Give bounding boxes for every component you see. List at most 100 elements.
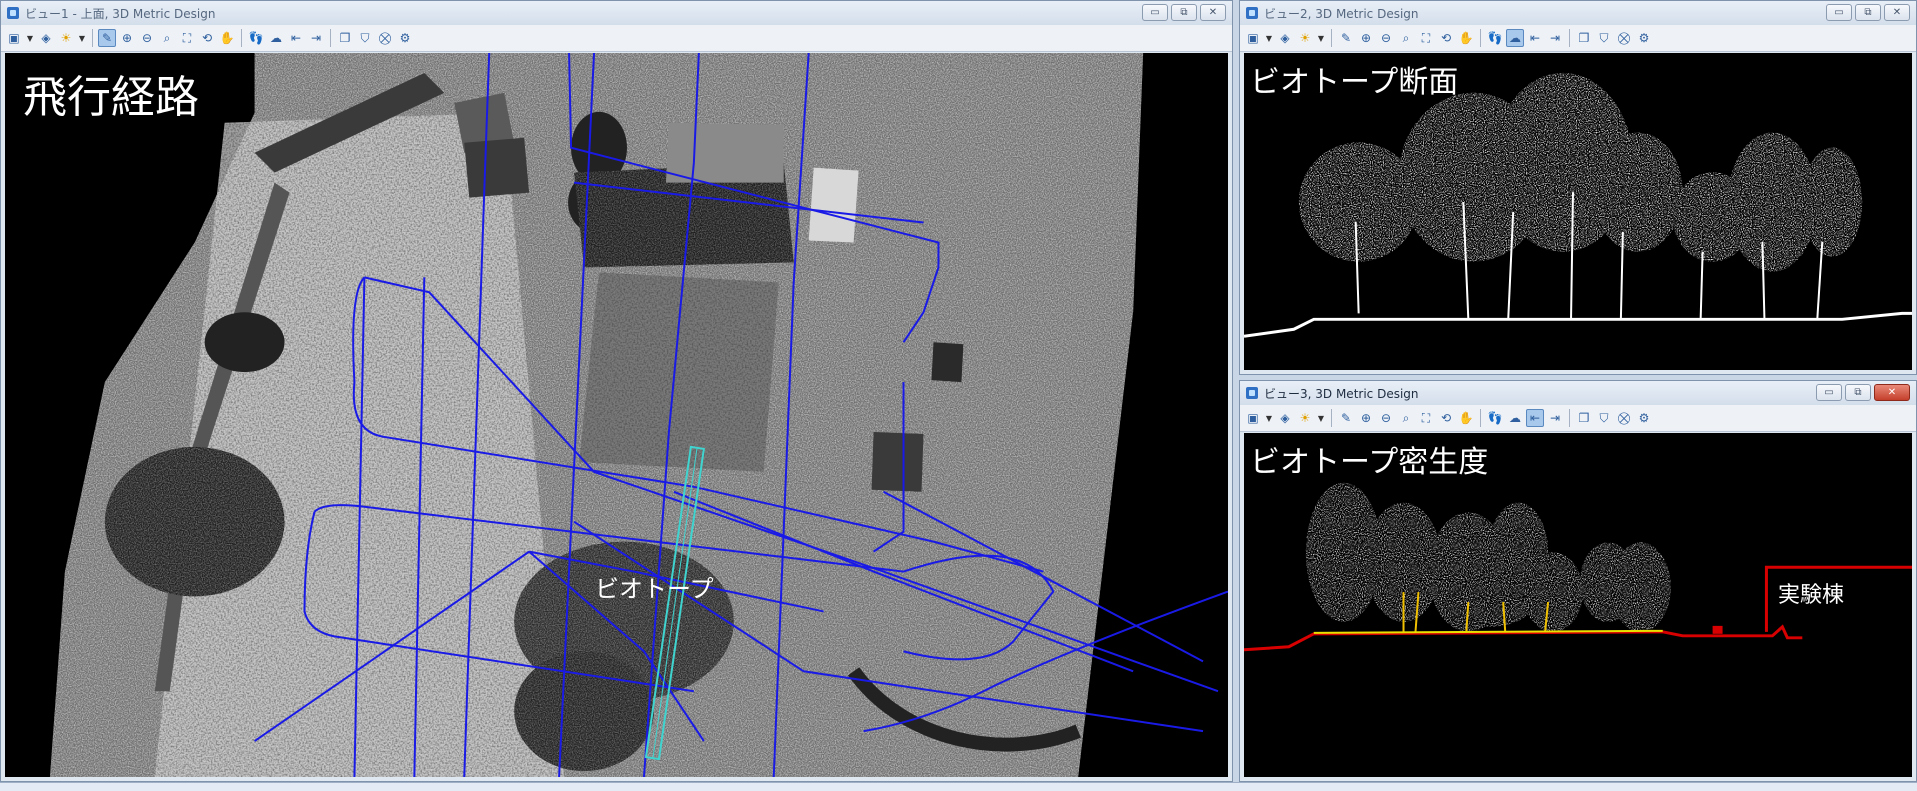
chevron-down-icon[interactable]: ▼ — [1264, 29, 1274, 47]
fit-view-icon[interactable]: ⛶ — [178, 29, 196, 47]
view1-window[interactable]: ビュー1 - 上面, 3D Metric Design ▭ ⧉ ✕ ▣ ▼ ◈ … — [0, 0, 1233, 782]
window-area-icon[interactable]: ⌕ — [158, 29, 176, 47]
toolbar-separator — [1569, 29, 1570, 47]
view-settings-icon[interactable]: ▣ — [1244, 29, 1262, 47]
view1-title: ビュー1 - 上面, 3D Metric Design — [25, 6, 216, 21]
update-view-icon[interactable]: ✎ — [1337, 409, 1355, 427]
fit-view-icon[interactable]: ⛶ — [1417, 29, 1435, 47]
minimize-button[interactable]: ▭ — [1816, 384, 1842, 401]
minimize-button[interactable]: ▭ — [1826, 4, 1852, 21]
fly-icon[interactable]: ☁ — [1506, 29, 1524, 47]
fly-icon[interactable]: ☁ — [1506, 409, 1524, 427]
pan-view-icon[interactable]: ✋ — [218, 29, 236, 47]
view1-window-controls: ▭ ⧉ ✕ — [1142, 4, 1226, 21]
close-button[interactable]: ✕ — [1200, 4, 1226, 21]
view1-canvas[interactable]: 飛行経路 ビオトープ — [5, 53, 1228, 777]
zoom-out-icon[interactable]: ⊖ — [1377, 29, 1395, 47]
walk-icon[interactable]: 👣 — [247, 29, 265, 47]
walk-icon[interactable]: 👣 — [1486, 29, 1504, 47]
view1-titlebar[interactable]: ビュー1 - 上面, 3D Metric Design ▭ ⧉ ✕ — [1, 1, 1232, 25]
chevron-down-icon[interactable]: ▼ — [1264, 409, 1274, 427]
render-icon[interactable]: ☀ — [1296, 409, 1314, 427]
chevron-down-icon[interactable]: ▼ — [77, 29, 87, 47]
clip-mask-icon[interactable]: ⛒ — [376, 29, 394, 47]
pan-view-icon[interactable]: ✋ — [1457, 29, 1475, 47]
zoom-in-icon[interactable]: ⊕ — [1357, 29, 1375, 47]
close-button[interactable]: ✕ — [1874, 384, 1910, 401]
rotate-view-icon[interactable]: ⟲ — [198, 29, 216, 47]
zoom-out-icon[interactable]: ⊖ — [1377, 409, 1395, 427]
window-area-icon[interactable]: ⌕ — [1397, 409, 1415, 427]
previous-view-icon[interactable]: ⇤ — [1526, 29, 1544, 47]
pan-view-icon[interactable]: ✋ — [1457, 409, 1475, 427]
view1-label-biotope: ビオトープ — [595, 575, 714, 603]
view3-canvas[interactable]: ビオトープ密生度 実験棟 — [1244, 433, 1912, 777]
restore-button[interactable]: ⧉ — [1845, 384, 1871, 401]
view2-window-controls: ▭ ⧉ ✕ — [1826, 4, 1910, 21]
clip-mask-icon[interactable]: ⛒ — [1615, 409, 1633, 427]
bottom-status-strip — [0, 782, 1917, 791]
copy-view-icon[interactable]: ❐ — [1575, 409, 1593, 427]
display-style-icon[interactable]: ⚙ — [1635, 29, 1653, 47]
next-view-icon[interactable]: ⇥ — [307, 29, 325, 47]
zoom-in-icon[interactable]: ⊕ — [118, 29, 136, 47]
close-button[interactable]: ✕ — [1884, 4, 1910, 21]
toolbar-separator — [1331, 29, 1332, 47]
render-icon[interactable]: ☀ — [57, 29, 75, 47]
toolbar-separator — [1480, 29, 1481, 47]
view3-toolbar: ▣ ▼ ◈ ☀ ▼ ✎ ⊕ ⊖ ⌕ ⛶ ⟲ ✋ 👣 ☁ ⇤ ⇥ ❐ ⛉ ⛒ ⚙ — [1240, 405, 1916, 432]
view2-canvas[interactable]: ビオトープ断面 — [1244, 53, 1912, 370]
chevron-down-icon[interactable]: ▼ — [1316, 29, 1326, 47]
display-style-icon[interactable]: ⚙ — [1635, 409, 1653, 427]
view3-window-controls: ▭ ⧉ ✕ — [1816, 384, 1910, 401]
toolbar-separator — [330, 29, 331, 47]
view-settings-icon[interactable]: ▣ — [5, 29, 23, 47]
toolbar-separator — [1480, 409, 1481, 427]
level-display-icon[interactable]: ◈ — [37, 29, 55, 47]
level-display-icon[interactable]: ◈ — [1276, 29, 1294, 47]
update-view-icon[interactable]: ✎ — [98, 29, 116, 47]
view2-toolbar: ▣ ▼ ◈ ☀ ▼ ✎ ⊕ ⊖ ⌕ ⛶ ⟲ ✋ 👣 ☁ ⇤ ⇥ ❐ ⛉ ⛒ ⚙ — [1240, 25, 1916, 52]
copy-view-icon[interactable]: ❐ — [336, 29, 354, 47]
view-settings-icon[interactable]: ▣ — [1244, 409, 1262, 427]
clip-mask-icon[interactable]: ⛒ — [1615, 29, 1633, 47]
minimize-button[interactable]: ▭ — [1142, 4, 1168, 21]
clip-volume-icon[interactable]: ⛉ — [356, 29, 374, 47]
previous-view-icon[interactable]: ⇤ — [287, 29, 305, 47]
display-style-icon[interactable]: ⚙ — [396, 29, 414, 47]
chevron-down-icon[interactable]: ▼ — [25, 29, 35, 47]
app-icon — [1246, 7, 1258, 19]
density-crowns — [1305, 482, 1671, 632]
view2-window[interactable]: ビュー2, 3D Metric Design ▭ ⧉ ✕ ▣ ▼ ◈ ☀ ▼ ✎… — [1239, 0, 1917, 375]
next-view-icon[interactable]: ⇥ — [1546, 409, 1564, 427]
view2-label-main: ビオトープ断面 — [1250, 65, 1459, 100]
restore-button[interactable]: ⧉ — [1171, 4, 1197, 21]
toolbar-separator — [1569, 409, 1570, 427]
restore-button[interactable]: ⧉ — [1855, 4, 1881, 21]
next-view-icon[interactable]: ⇥ — [1546, 29, 1564, 47]
view3-label-main: ビオトープ密生度 — [1250, 445, 1489, 480]
rotate-view-icon[interactable]: ⟲ — [1437, 409, 1455, 427]
view3-title: ビュー3, 3D Metric Design — [1264, 386, 1419, 401]
level-display-icon[interactable]: ◈ — [1276, 409, 1294, 427]
walk-icon[interactable]: 👣 — [1486, 409, 1504, 427]
view3-titlebar[interactable]: ビュー3, 3D Metric Design ▭ ⧉ ✕ — [1240, 381, 1916, 405]
toolbar-separator — [241, 29, 242, 47]
fit-view-icon[interactable]: ⛶ — [1417, 409, 1435, 427]
desktop: ビュー1 - 上面, 3D Metric Design ▭ ⧉ ✕ ▣ ▼ ◈ … — [0, 0, 1917, 791]
clip-volume-icon[interactable]: ⛉ — [1595, 409, 1613, 427]
tree-crowns — [1298, 72, 1863, 272]
update-view-icon[interactable]: ✎ — [1337, 29, 1355, 47]
clip-volume-icon[interactable]: ⛉ — [1595, 29, 1613, 47]
view3-window[interactable]: ビュー3, 3D Metric Design ▭ ⧉ ✕ ▣ ▼ ◈ ☀ ▼ ✎… — [1239, 380, 1917, 782]
fly-icon[interactable]: ☁ — [267, 29, 285, 47]
zoom-in-icon[interactable]: ⊕ — [1357, 409, 1375, 427]
window-area-icon[interactable]: ⌕ — [1397, 29, 1415, 47]
rotate-view-icon[interactable]: ⟲ — [1437, 29, 1455, 47]
zoom-out-icon[interactable]: ⊖ — [138, 29, 156, 47]
view2-titlebar[interactable]: ビュー2, 3D Metric Design ▭ ⧉ ✕ — [1240, 1, 1916, 25]
copy-view-icon[interactable]: ❐ — [1575, 29, 1593, 47]
chevron-down-icon[interactable]: ▼ — [1316, 409, 1326, 427]
render-icon[interactable]: ☀ — [1296, 29, 1314, 47]
previous-view-icon[interactable]: ⇤ — [1526, 409, 1544, 427]
